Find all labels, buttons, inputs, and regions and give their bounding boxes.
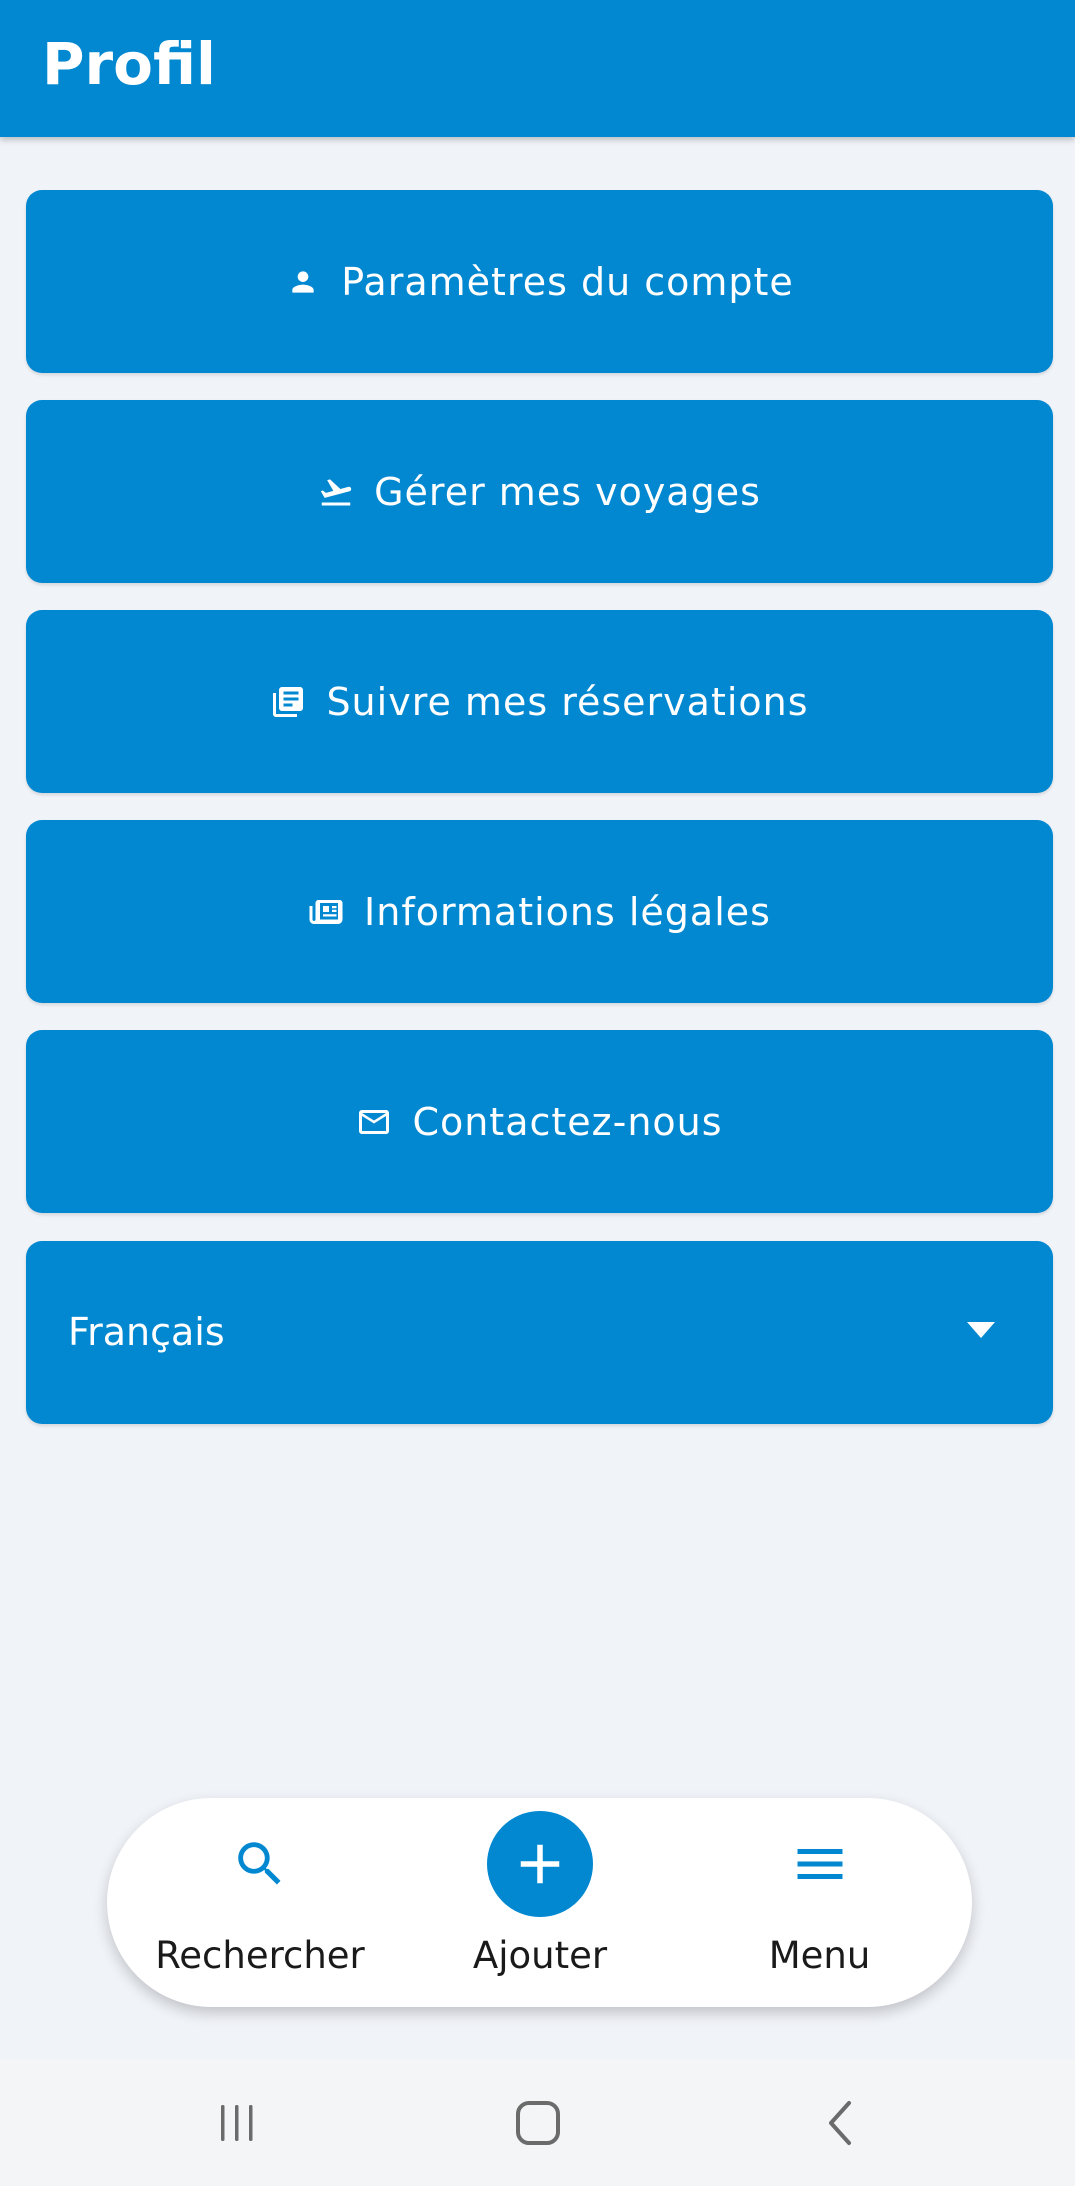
nav-add-label: Ajouter bbox=[472, 1934, 608, 1977]
hamburger-menu-icon bbox=[790, 1834, 850, 1894]
system-navigation-bar bbox=[0, 2060, 1075, 2186]
page-title: Profil bbox=[42, 30, 216, 98]
nav-search[interactable]: Rechercher bbox=[107, 1798, 413, 2007]
add-button-circle[interactable] bbox=[487, 1811, 593, 1917]
recent-apps-icon[interactable] bbox=[204, 2090, 270, 2156]
manage-trips-button[interactable]: Gérer mes voyages bbox=[26, 400, 1053, 583]
search-icon bbox=[230, 1834, 290, 1894]
language-select-value: Français bbox=[68, 1310, 225, 1354]
manage-trips-label: Gérer mes voyages bbox=[374, 469, 761, 514]
nav-search-label: Rechercher bbox=[155, 1934, 365, 1977]
app-bar: Profil bbox=[0, 0, 1075, 137]
legal-info-label: Informations légales bbox=[364, 889, 771, 934]
mail-icon bbox=[356, 1104, 392, 1140]
legal-info-button[interactable]: Informations légales bbox=[26, 820, 1053, 1003]
contact-us-label: Contactez-nous bbox=[412, 1099, 723, 1144]
track-bookings-button[interactable]: Suivre mes réservations bbox=[26, 610, 1053, 793]
nav-menu[interactable]: Menu bbox=[667, 1798, 972, 2007]
newspaper-icon bbox=[308, 894, 344, 930]
contact-us-button[interactable]: Contactez-nous bbox=[26, 1030, 1053, 1213]
back-icon[interactable] bbox=[808, 2090, 874, 2156]
account-settings-button[interactable]: Paramètres du compte bbox=[26, 190, 1053, 373]
account-settings-label: Paramètres du compte bbox=[341, 259, 794, 304]
nav-add[interactable]: Ajouter bbox=[413, 1798, 667, 2007]
track-bookings-label: Suivre mes réservations bbox=[326, 679, 809, 724]
dropdown-arrow-icon bbox=[967, 1322, 995, 1338]
nav-menu-label: Menu bbox=[768, 1934, 871, 1977]
person-icon bbox=[285, 264, 321, 300]
language-select[interactable]: Français bbox=[26, 1241, 1053, 1424]
library-books-icon bbox=[270, 684, 306, 720]
flight-takeoff-icon bbox=[318, 474, 354, 510]
bottom-navigation: Rechercher Ajouter Menu bbox=[107, 1798, 972, 2007]
add-icon bbox=[507, 1831, 573, 1897]
home-icon[interactable] bbox=[505, 2090, 571, 2156]
